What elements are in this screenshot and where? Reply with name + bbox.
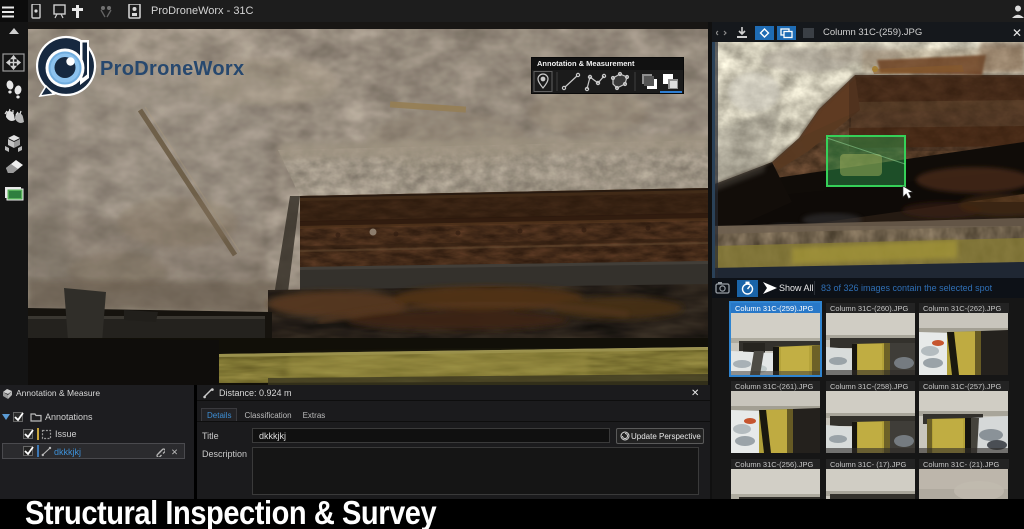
svg-text:Column 31C- (21).JPG: Column 31C- (21).JPG (923, 460, 999, 469)
svg-text:Column 31C- (17).JPG: Column 31C- (17).JPG (830, 460, 906, 469)
svg-text:Column 31C-(261).JPG: Column 31C-(261).JPG (735, 382, 814, 391)
svg-text:Column 31C-(256).JPG: Column 31C-(256).JPG (735, 460, 814, 469)
svg-text:Column 31C-(258).JPG: Column 31C-(258).JPG (830, 382, 909, 391)
svg-text:Column 31C-(259).JPG: Column 31C-(259).JPG (735, 304, 814, 313)
svg-text:Column 31C-(260).JPG: Column 31C-(260).JPG (830, 304, 909, 313)
svg-text:ProDroneWorx: ProDroneWorx (100, 58, 244, 80)
svg-text:Column 31C-(257).JPG: Column 31C-(257).JPG (923, 382, 1002, 391)
svg-text:Column 31C-(262).JPG: Column 31C-(262).JPG (923, 304, 1002, 313)
